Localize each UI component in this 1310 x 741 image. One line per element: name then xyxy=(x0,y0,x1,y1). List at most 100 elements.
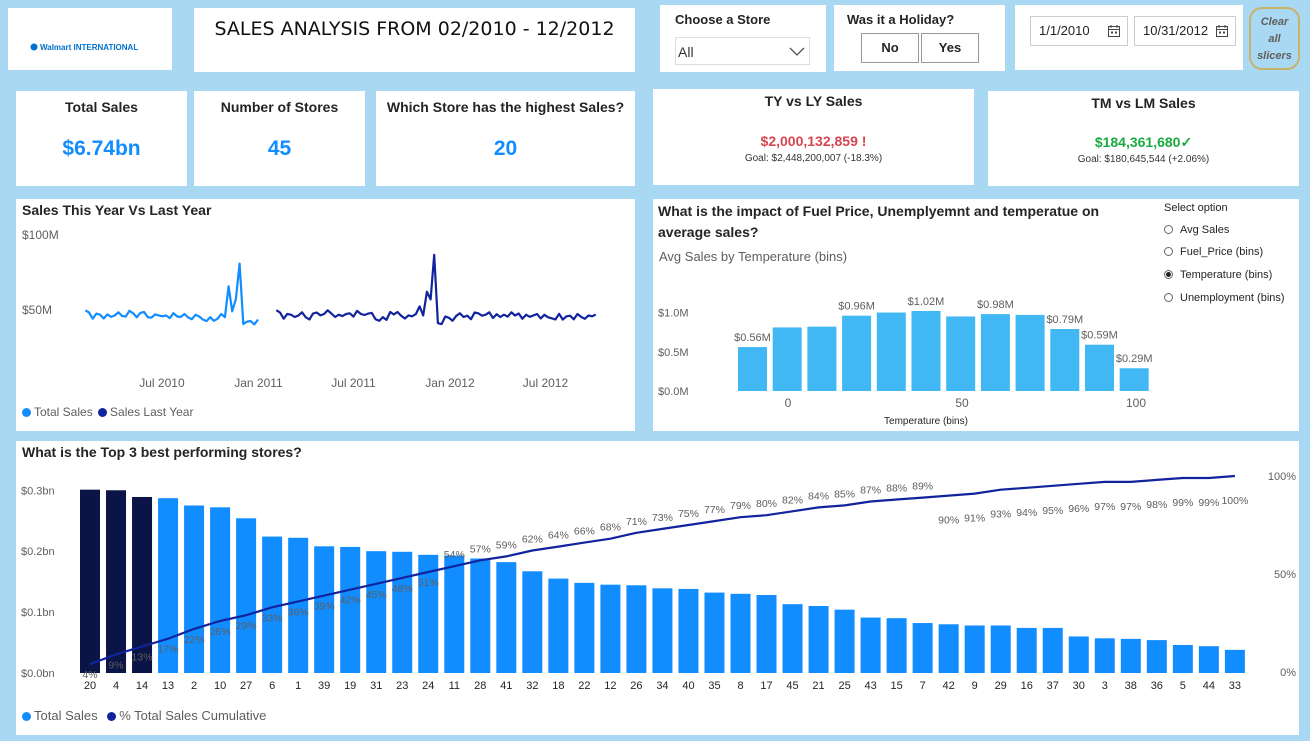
data-label: 85% xyxy=(834,488,855,500)
store-bar[interactable] xyxy=(574,582,595,673)
store-bar[interactable] xyxy=(236,518,257,673)
store-bar[interactable] xyxy=(548,578,569,673)
store-bar[interactable] xyxy=(1120,638,1141,673)
x-axis-title: Temperature (bins) xyxy=(884,416,968,427)
store-bar[interactable] xyxy=(756,595,777,673)
store-bar[interactable] xyxy=(1172,644,1193,673)
store-bar[interactable] xyxy=(392,551,413,673)
calendar-icon[interactable] xyxy=(1216,25,1228,37)
store-bar[interactable] xyxy=(210,507,231,673)
data-label: $0.98M xyxy=(977,299,1014,311)
x-tick-label: 33 xyxy=(1229,680,1241,692)
x-tick-label: 32 xyxy=(526,680,538,692)
store-bar[interactable] xyxy=(730,593,751,673)
calendar-icon[interactable] xyxy=(1108,25,1120,37)
clear-slicers-button[interactable]: Clear all slicers xyxy=(1249,7,1300,70)
temp-bar[interactable] xyxy=(946,316,976,391)
temp-bar[interactable] xyxy=(980,314,1010,391)
end-date-input[interactable]: 10/31/2012 xyxy=(1134,16,1236,46)
y-tick-label: $0.3bn xyxy=(21,485,55,497)
legend-label: Total Sales xyxy=(34,405,93,419)
store-dropdown[interactable]: All xyxy=(675,37,810,65)
option-unemployment[interactable]: Unemployment (bins) xyxy=(1164,292,1285,304)
store-bar[interactable] xyxy=(470,558,491,673)
temp-bar[interactable] xyxy=(1119,368,1149,391)
store-bar[interactable] xyxy=(1198,646,1219,673)
store-bar[interactable] xyxy=(860,617,881,673)
option-avg-sales[interactable]: Avg Sales xyxy=(1164,224,1229,236)
data-label: 95% xyxy=(1042,505,1063,517)
store-bar[interactable] xyxy=(1146,640,1167,673)
temp-bar[interactable] xyxy=(842,315,872,391)
x-tick-label: 26 xyxy=(630,680,642,692)
store-bar[interactable] xyxy=(678,588,699,673)
store-bar[interactable] xyxy=(652,588,673,673)
store-bar[interactable] xyxy=(990,625,1011,673)
store-bar[interactable] xyxy=(886,618,907,673)
store-bar[interactable] xyxy=(938,624,959,673)
temp-bar[interactable] xyxy=(1050,329,1080,391)
store-bar[interactable] xyxy=(444,555,465,673)
store-bar[interactable] xyxy=(1094,638,1115,673)
store-bar[interactable] xyxy=(834,609,855,673)
temp-bar[interactable] xyxy=(1015,314,1045,391)
data-label: 97% xyxy=(1120,501,1141,513)
store-bar[interactable] xyxy=(496,562,517,673)
legend-label: Total Sales xyxy=(34,708,98,723)
start-date-value: 1/1/2010 xyxy=(1039,23,1090,38)
radio-icon[interactable] xyxy=(1164,293,1173,302)
data-label: 64% xyxy=(548,530,569,542)
impact-chart-card: What is the impact of Fuel Price, Unempl… xyxy=(653,199,1299,431)
store-bar[interactable] xyxy=(288,537,309,673)
store-bar[interactable] xyxy=(522,571,543,673)
store-bar[interactable] xyxy=(1224,649,1245,673)
store-bar[interactable] xyxy=(80,489,100,673)
temp-bar[interactable] xyxy=(1085,344,1114,391)
x-tick-label: 100 xyxy=(1126,396,1146,410)
option-label: Fuel_Price (bins) xyxy=(1180,246,1264,258)
temp-bar[interactable] xyxy=(738,347,767,391)
kpi-value: 45 xyxy=(267,137,292,160)
store-bar[interactable] xyxy=(340,546,361,673)
x-tick-label: Jan 2011 xyxy=(234,376,283,390)
store-bar[interactable] xyxy=(1016,627,1037,673)
x-tick-label: 18 xyxy=(552,680,564,692)
y-tick-label: $0.2bn xyxy=(21,546,55,558)
data-label: $0.79M xyxy=(1046,314,1083,326)
holiday-no-button[interactable]: No xyxy=(861,33,919,63)
holiday-yes-button[interactable]: Yes xyxy=(921,33,979,63)
radio-icon[interactable] xyxy=(1164,225,1173,234)
store-bar[interactable] xyxy=(1068,636,1089,673)
store-bar[interactable] xyxy=(782,604,803,673)
data-label: $0.59M xyxy=(1081,330,1118,342)
option-temperature[interactable]: Temperature (bins) xyxy=(1164,269,1272,281)
store-bar[interactable] xyxy=(626,585,647,673)
radio-icon[interactable] xyxy=(1164,247,1173,256)
data-label: 77% xyxy=(704,504,725,516)
radio-selected-icon[interactable] xyxy=(1164,270,1173,279)
store-bar[interactable] xyxy=(808,606,829,673)
store-bar[interactable] xyxy=(106,490,127,673)
walmart-logo: Walmart INTERNATIONAL xyxy=(30,43,138,52)
store-bar[interactable] xyxy=(600,584,621,673)
data-label: 51% xyxy=(418,577,439,589)
x-tick-label: 29 xyxy=(995,680,1007,692)
legend-dot xyxy=(22,712,31,721)
x-tick-label: 39 xyxy=(318,680,330,692)
store-bar[interactable] xyxy=(964,625,985,673)
start-date-input[interactable]: 1/1/2010 xyxy=(1030,16,1128,46)
store-bar[interactable] xyxy=(366,551,387,673)
store-bar[interactable] xyxy=(1042,627,1063,673)
store-bar[interactable] xyxy=(912,623,933,673)
store-bar[interactable] xyxy=(704,592,725,673)
temp-bar[interactable] xyxy=(807,326,837,391)
option-label: Avg Sales xyxy=(1180,224,1230,236)
x-tick-label: 15 xyxy=(890,680,902,692)
temp-bar[interactable] xyxy=(911,310,941,391)
temp-bar[interactable] xyxy=(772,327,802,391)
data-label: 89% xyxy=(912,481,933,493)
store-bar[interactable] xyxy=(184,505,205,674)
option-fuel-price[interactable]: Fuel_Price (bins) xyxy=(1164,246,1263,258)
data-label: 39% xyxy=(314,601,335,613)
temp-bar[interactable] xyxy=(876,312,906,391)
